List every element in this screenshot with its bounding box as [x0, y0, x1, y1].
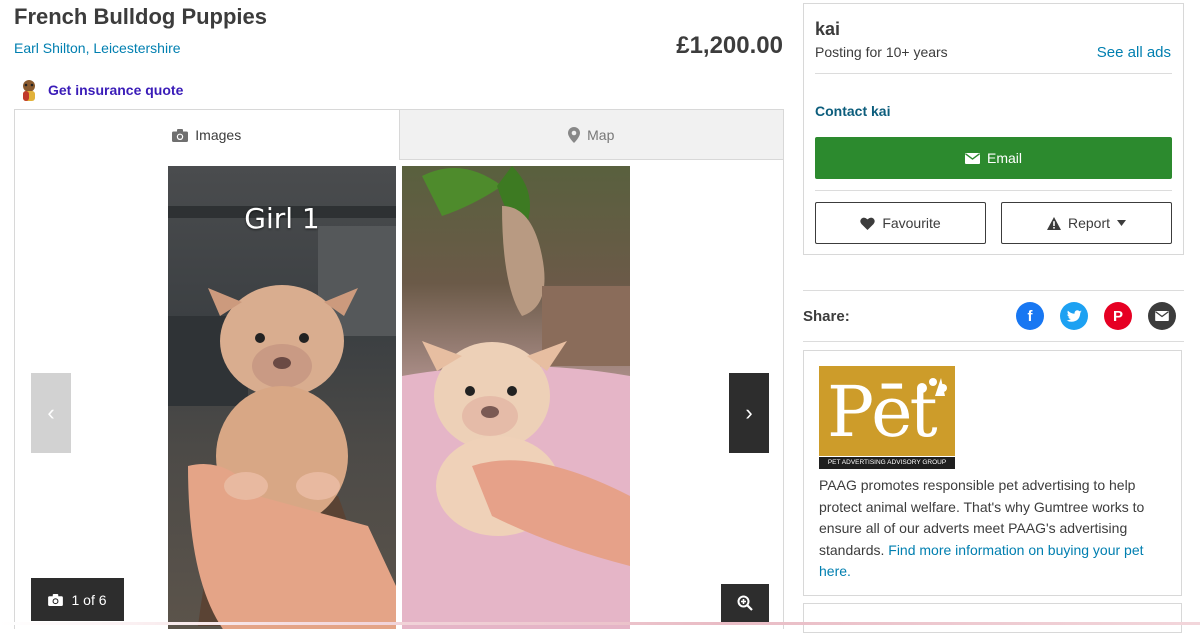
- divider: [815, 190, 1172, 191]
- image-counter: 1 of 6: [31, 578, 124, 621]
- report-button[interactable]: Report: [1001, 202, 1172, 244]
- seller-since: Posting for 10+ years: [815, 44, 948, 60]
- image-counter-text: 1 of 6: [71, 591, 107, 608]
- seller-name: kai: [815, 19, 841, 39]
- favourite-label: Favourite: [882, 215, 941, 231]
- puppy-photo-2: [402, 166, 630, 629]
- insurance-quote-link[interactable]: Get insurance quote: [18, 78, 183, 102]
- facebook-icon[interactable]: f: [1016, 302, 1044, 330]
- zoom-button[interactable]: [721, 584, 769, 622]
- tab-images-label: Images: [195, 127, 242, 143]
- tab-map[interactable]: Map: [398, 110, 783, 160]
- gallery-photo-2[interactable]: [402, 166, 630, 629]
- pet-logo-icon: Pēt: [819, 366, 955, 456]
- see-all-ads-link[interactable]: See all ads: [1097, 44, 1171, 61]
- photo-caption: Girl 1: [244, 202, 320, 235]
- gallery-next-button[interactable]: ›: [729, 373, 769, 453]
- tab-images[interactable]: Images: [15, 110, 399, 160]
- report-label: Report: [1067, 215, 1111, 231]
- share-icons: f P: [1016, 302, 1176, 330]
- pinterest-glyph: P: [1112, 307, 1123, 325]
- camera-icon: [48, 593, 64, 606]
- twitter-bird-icon: [1066, 309, 1082, 322]
- email-button-label: Email: [986, 150, 1022, 166]
- email-button[interactable]: Email: [815, 137, 1172, 179]
- contact-seller-heading: Contact kai: [815, 103, 891, 119]
- next-card: [803, 603, 1182, 633]
- paag-info-box: Pēt PET ADVERTISING ADVISORY GROUP PAAG …: [803, 350, 1182, 596]
- chevron-right-icon: ›: [745, 400, 753, 425]
- paag-logo: Pēt PET ADVERTISING ADVISORY GROUP: [819, 366, 955, 482]
- insurance-quote-label: Get insurance quote: [48, 82, 184, 98]
- facebook-glyph: f: [1027, 307, 1033, 325]
- puppy-photo-1: [168, 206, 396, 629]
- seller-card: kai Posting for 10+ years See all ads Co…: [803, 3, 1184, 255]
- zoom-in-icon: [737, 595, 753, 611]
- listing-price: £1,200.00: [676, 32, 783, 59]
- map-pin-icon: [568, 126, 581, 143]
- paag-animals-icon: [917, 378, 947, 396]
- pinterest-icon[interactable]: P: [1104, 302, 1132, 330]
- email-share-icon[interactable]: [1148, 302, 1176, 330]
- divider: [815, 73, 1172, 74]
- heart-icon: [860, 217, 876, 230]
- twitter-icon[interactable]: [1060, 302, 1088, 330]
- favourite-button[interactable]: Favourite: [815, 202, 986, 244]
- gallery-prev-button[interactable]: ‹: [31, 373, 71, 453]
- gallery-tabs: Images Map: [15, 110, 783, 160]
- image-gallery: Images Map Girl 1 ‹ › 1 of 6: [14, 109, 784, 629]
- caret-down-icon: [1117, 220, 1127, 226]
- camera-icon: [172, 128, 189, 142]
- listing-location-link[interactable]: Earl Shilton, Leicestershire: [14, 40, 181, 56]
- envelope-icon: [964, 152, 980, 164]
- insurance-dog-icon: [18, 78, 40, 102]
- share-bar: Share: f P: [803, 290, 1184, 342]
- envelope-icon: [1155, 311, 1169, 321]
- listing-title: French Bulldog Puppies: [14, 4, 268, 29]
- share-label: Share:: [803, 307, 850, 325]
- paag-description: PAAG promotes responsible pet advertisin…: [819, 475, 1174, 583]
- gallery-photo-1[interactable]: Girl 1: [168, 166, 396, 629]
- tab-map-label: Map: [587, 126, 615, 143]
- paag-group-label: PET ADVERTISING ADVISORY GROUP: [819, 457, 955, 469]
- warning-icon: [1046, 216, 1061, 230]
- chevron-left-icon: ‹: [47, 400, 55, 425]
